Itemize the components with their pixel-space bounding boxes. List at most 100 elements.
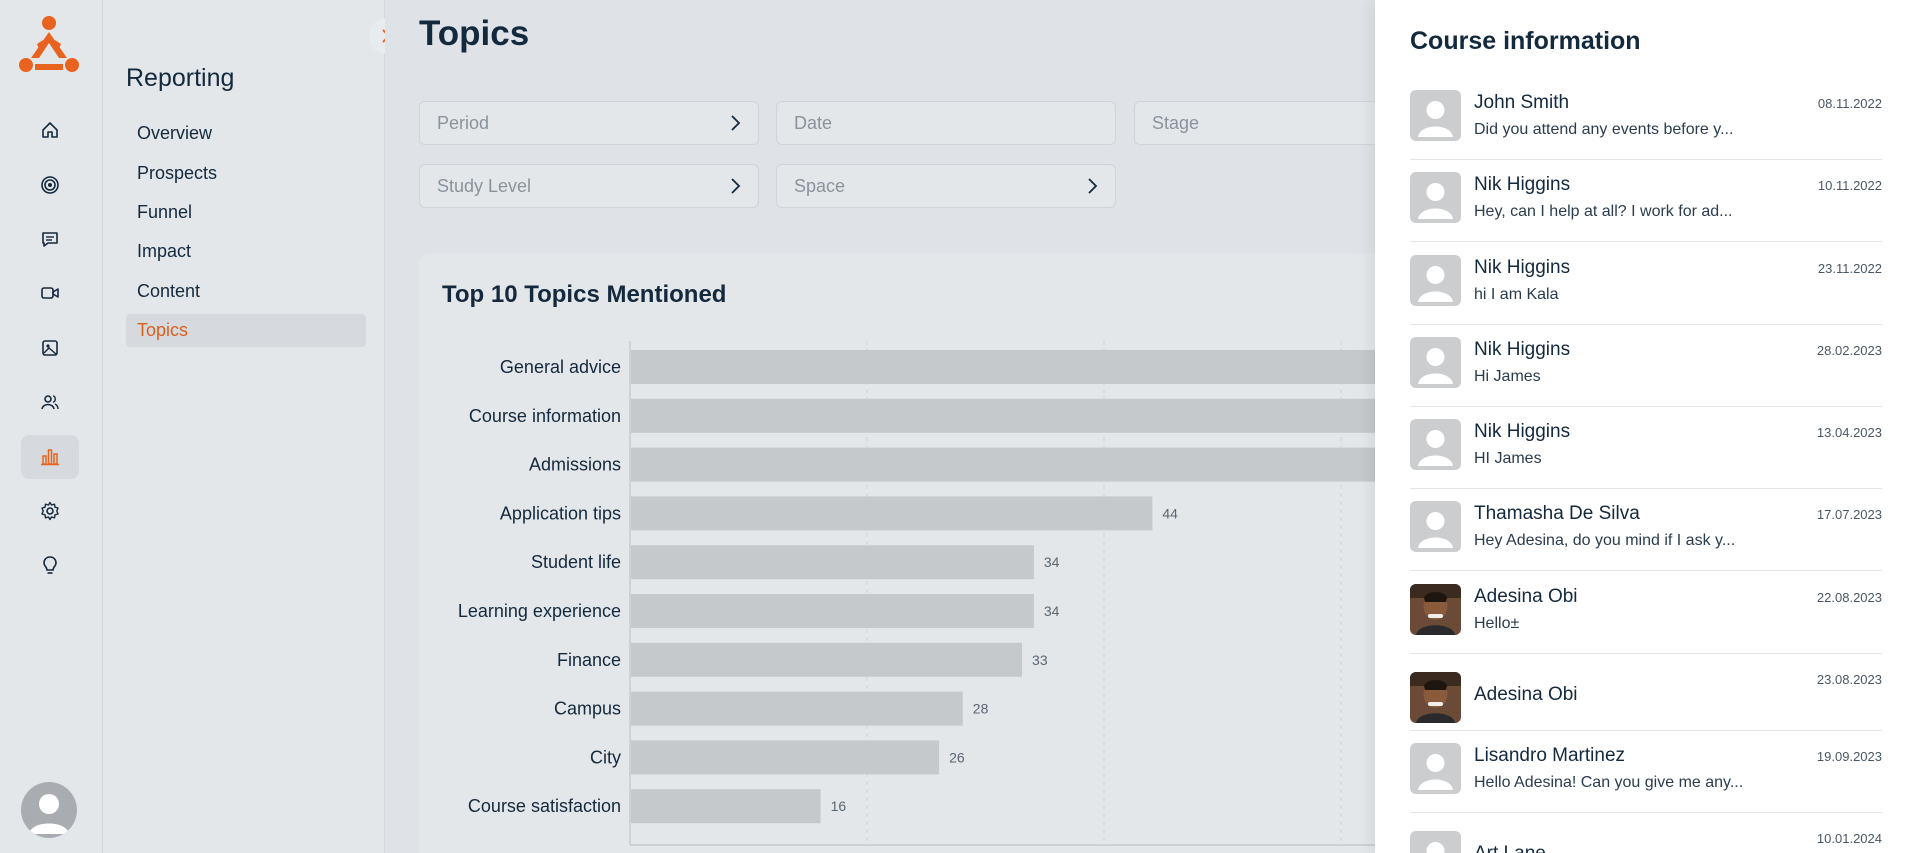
nav-chat-button[interactable] [21,217,79,261]
bar [631,398,1375,433]
message-item[interactable]: Nik Higgins HI James 13.04.2023 [1410,417,1882,489]
bar [631,642,1023,677]
message-date: 22.08.2023 [1816,590,1882,605]
submenu-item-content[interactable]: Content [126,275,366,308]
message-date: 19.09.2023 [1816,749,1882,764]
bar [631,691,963,726]
bar-value-label: 28 [973,701,989,717]
study-level-filter[interactable]: Study Level [419,164,759,208]
lightbulb-icon [43,556,57,574]
icon-rail [0,0,103,853]
logo-icon[interactable] [17,14,81,74]
space-filter[interactable]: Space [776,164,1116,208]
message-preview: Hello Adesina! Can you give me any... [1474,774,1744,791]
message-date: 17.07.2023 [1816,507,1882,522]
video-icon [41,287,59,299]
bar-value-label: 33 [1032,652,1048,668]
contact-avatar [1410,672,1461,723]
reporting-submenu: Reporting Overview Prospects Funnel Impact C… [103,0,385,853]
bar-value-label: 34 [1044,554,1060,570]
message-date: 08.11.2022 [1817,96,1882,111]
category-label: Course information [469,406,621,426]
bar [631,594,1034,628]
submenu-item-funnel[interactable]: Funnel [126,196,366,229]
category-label: Learning experience [458,601,621,621]
submenu-item-prospects[interactable]: Prospects [126,157,366,190]
contact-name: Adesina Obi [1474,586,1578,607]
message-preview: Hey, can I help at all? I work for ad... [1474,203,1733,220]
bar-value-label: 34 [1044,603,1060,619]
submenu-item-topics[interactable]: Topics [126,314,366,347]
category-label: Student life [531,552,621,572]
gear-icon [41,501,59,521]
message-preview: Hello± [1474,615,1520,632]
filter-placeholder: Study Level [437,175,532,196]
category-label: Course satisfaction [468,796,621,816]
drawer-title: Course information [1410,27,1641,55]
message-date: 10.11.2022 [1817,178,1882,193]
message-date: 28.02.2023 [1816,343,1882,358]
contact-name: Art Lane [1474,843,1546,853]
message-preview: Hi James [1474,368,1541,385]
nav-image-button[interactable] [21,326,79,370]
message-item[interactable]: Adesina Obi Hello± 22.08.2023 [1410,582,1882,654]
target-icon [41,176,59,194]
message-item[interactable]: Thamasha De Silva Hey Adesina, do you min… [1410,499,1882,571]
bar [631,789,821,824]
nav-lightbulb-button[interactable] [21,543,79,587]
topics-chart-card: Top 10 Topics Mentioned 0204060General a… [419,253,1375,853]
contact-avatar [1410,419,1461,470]
message-item[interactable]: Adesina Obi 23.08.2023 [1410,664,1882,731]
nav-gear-button[interactable] [21,489,79,533]
message-item[interactable]: Nik Higgins hi I am Kala 23.11.2022 [1410,253,1882,325]
period-filter[interactable]: Period [419,101,759,145]
message-item[interactable]: Art Lane 10.01.2024 [1410,823,1882,853]
contact-avatar [1410,831,1461,853]
bar-value-label: 44 [1162,505,1178,521]
message-item[interactable]: Lisandro Martinez Hello Adesina! Can you … [1410,741,1882,813]
bar [631,740,940,775]
bar [631,545,1034,580]
message-date: 13.04.2023 [1816,425,1882,440]
message-date: 10.01.2024 [1816,831,1882,846]
home-icon [42,122,58,138]
bar [631,447,1375,482]
filter-placeholder: Stage [1152,112,1200,133]
contact-name: Thamasha De Silva [1474,503,1640,524]
contact-avatar [1410,501,1461,552]
message-date: 23.08.2023 [1816,672,1882,687]
bar [631,350,1375,384]
image-icon [42,340,58,356]
stage-filter[interactable]: Stage [1134,101,1375,145]
message-preview: Hey Adesina, do you mind if I ask y... [1474,532,1736,549]
course-information-drawer: Course information John Smith Did you att… [1375,0,1915,853]
nav-users-button[interactable] [21,380,79,424]
nav-video-button[interactable] [21,271,79,315]
message-item[interactable]: Nik Higgins Hi James 28.02.2023 [1410,335,1882,407]
date-filter[interactable]: Date [776,101,1116,145]
user-avatar[interactable] [21,782,77,838]
page-title: Topics [419,14,530,53]
contact-avatar [1410,743,1461,794]
chat-icon [42,232,58,247]
submenu-item-impact[interactable]: Impact [126,235,366,268]
contact-name: Nik Higgins [1474,421,1571,442]
contact-avatar [1410,337,1461,388]
message-item[interactable]: Nik Higgins Hey, can I help at all? I wor… [1410,170,1882,242]
category-label: City [590,747,621,767]
nav-home-button[interactable] [21,108,79,152]
submenu-item-overview[interactable]: Overview [126,117,366,150]
contact-avatar [1410,172,1461,223]
message-item[interactable]: John Smith Did you attend any events befo… [1410,88,1882,160]
filter-placeholder: Date [794,112,833,133]
nav-bar-chart-button[interactable] [21,435,79,479]
contact-name: Nik Higgins [1474,174,1571,195]
nav-target-button[interactable] [21,163,79,207]
bar-chart-icon [41,449,59,466]
chevron-right-icon [1088,178,1098,194]
category-label: General advice [500,357,621,377]
bar-value-label: 26 [949,749,965,765]
contact-name: Nik Higgins [1474,339,1571,360]
filter-placeholder: Space [794,175,846,196]
submenu-title: Reporting [126,64,235,92]
